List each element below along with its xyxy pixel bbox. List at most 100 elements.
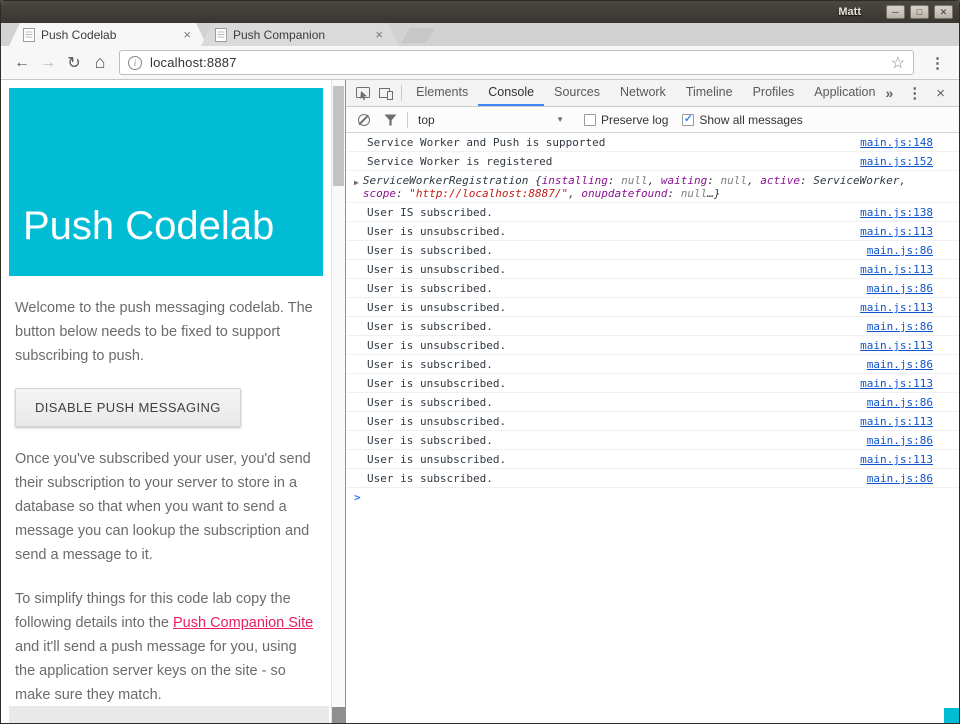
- titlebar: Matt ─ □ ✕: [1, 1, 959, 23]
- more-tabs-icon[interactable]: »: [885, 85, 893, 101]
- console-source-link[interactable]: main.js:86: [867, 320, 933, 333]
- console-message-text: Service Worker and Push is supported: [367, 136, 850, 149]
- console-message-text: User is unsubscribed.: [367, 263, 850, 276]
- devtools-tabs: ElementsConsoleSourcesNetworkTimelinePro…: [406, 80, 885, 106]
- devtools-tab-elements[interactable]: Elements: [406, 80, 478, 106]
- console-source-link[interactable]: main.js:113: [860, 377, 933, 390]
- console-source-link[interactable]: main.js:148: [860, 136, 933, 149]
- console-source-link[interactable]: main.js:86: [867, 244, 933, 257]
- disable-push-button[interactable]: DISABLE PUSH MESSAGING: [15, 388, 241, 427]
- devtools-tab-console[interactable]: Console: [478, 80, 544, 106]
- filter-icon[interactable]: [384, 114, 397, 126]
- console-message-text: User is unsubscribed.: [367, 301, 850, 314]
- browser-tab-push-companion[interactable]: Push Companion ×: [201, 23, 399, 46]
- context-value: top: [418, 113, 435, 127]
- console-message-text: User is unsubscribed.: [367, 377, 850, 390]
- console-message: ▶ ServiceWorkerRegistration {installing: …: [346, 171, 959, 203]
- back-icon[interactable]: ←: [9, 54, 35, 72]
- reload-icon[interactable]: ↻: [61, 53, 87, 73]
- devtools-close-icon[interactable]: ×: [936, 85, 945, 102]
- console-message: Service Worker and Push is supported main…: [346, 133, 959, 152]
- forward-icon[interactable]: →: [35, 54, 61, 72]
- bookmark-star-icon[interactable]: ☆: [891, 53, 905, 73]
- devtools-panel: ElementsConsoleSourcesNetworkTimelinePro…: [345, 80, 959, 723]
- console-source-link[interactable]: main.js:152: [860, 155, 933, 168]
- preserve-log-checkbox[interactable]: [584, 114, 596, 126]
- console-source-link[interactable]: main.js:113: [860, 301, 933, 314]
- console-source-link[interactable]: main.js:113: [860, 339, 933, 352]
- console-message-text: User is subscribed.: [367, 434, 857, 447]
- console-toolbar: top ▼ Preserve log ✓ Show all messages: [346, 107, 959, 133]
- toolbar-separator: [401, 85, 402, 101]
- new-tab-button[interactable]: [401, 28, 435, 43]
- object-preview: ServiceWorkerRegistration {installing: n…: [363, 174, 933, 200]
- console-source-link[interactable]: main.js:86: [867, 472, 933, 485]
- console-source-link[interactable]: main.js:138: [860, 206, 933, 219]
- console-message-text: User is subscribed.: [367, 282, 857, 295]
- console-prompt[interactable]: >: [346, 488, 959, 508]
- execution-context-select[interactable]: top ▼: [412, 113, 570, 127]
- devtools-tab-sources[interactable]: Sources: [544, 80, 610, 106]
- console-message: User is subscribed. main.js:86: [346, 469, 959, 488]
- devtools-tab-timeline[interactable]: Timeline: [676, 80, 743, 106]
- browser-menu-icon[interactable]: ⋮: [924, 54, 951, 72]
- console-message-text: User is subscribed.: [367, 472, 857, 485]
- devtools-menu-icon[interactable]: ⋮: [907, 84, 922, 102]
- show-all-messages-label: Show all messages: [699, 113, 802, 127]
- home-icon[interactable]: ⌂: [87, 52, 113, 73]
- browser-toolbar: ← → ↻ ⌂ i localhost:8887 ☆ ⋮: [1, 46, 959, 80]
- intro-paragraph: Welcome to the push messaging codelab. T…: [15, 296, 317, 368]
- console-source-link[interactable]: main.js:86: [867, 396, 933, 409]
- maximize-button[interactable]: □: [910, 5, 929, 19]
- page-scrollbar[interactable]: [331, 80, 345, 723]
- devtools-toolbar-right: » ⋮ ×: [885, 84, 953, 102]
- console-source-link[interactable]: main.js:113: [860, 415, 933, 428]
- console-messages: Service Worker and Push is supported main…: [346, 133, 959, 723]
- console-message-text: Service Worker is registered: [367, 155, 850, 168]
- console-message-text: User is unsubscribed.: [367, 339, 850, 352]
- console-source-link[interactable]: main.js:86: [867, 434, 933, 447]
- close-button[interactable]: ✕: [934, 5, 953, 19]
- show-all-messages-checkbox[interactable]: ✓: [682, 114, 694, 126]
- console-message-text: User is unsubscribed.: [367, 225, 850, 238]
- scrollbar-thumb[interactable]: [333, 86, 344, 186]
- textarea-top-edge: [9, 706, 329, 723]
- clear-console-icon[interactable]: [358, 114, 370, 126]
- console-message-text: User IS subscribed.: [367, 206, 850, 219]
- console-source-link[interactable]: main.js:86: [867, 358, 933, 371]
- address-bar[interactable]: i localhost:8887 ☆: [119, 50, 914, 75]
- device-toolbar-icon[interactable]: [375, 81, 398, 105]
- toolbar-separator: [407, 112, 408, 128]
- scrollbar-corner: [332, 707, 345, 723]
- tab-strip: Push Codelab × Push Companion ×: [1, 23, 959, 46]
- inspect-element-icon[interactable]: [352, 81, 375, 105]
- console-message-text: User is unsubscribed.: [367, 453, 850, 466]
- expand-arrow-icon[interactable]: ▶: [354, 176, 359, 189]
- console-message: User is unsubscribed. main.js:113: [346, 298, 959, 317]
- browser-tab-push-codelab[interactable]: Push Codelab ×: [9, 23, 207, 46]
- devtools-tab-network[interactable]: Network: [610, 80, 676, 106]
- devtools-tab-application[interactable]: Application: [804, 80, 885, 106]
- console-source-link[interactable]: main.js:113: [860, 263, 933, 276]
- console-message: User is unsubscribed. main.js:113: [346, 374, 959, 393]
- console-source-link[interactable]: main.js:113: [860, 453, 933, 466]
- tab-title: Push Companion: [233, 28, 367, 42]
- devtools-tab-profiles[interactable]: Profiles: [743, 80, 805, 106]
- console-message: User IS subscribed. main.js:138: [346, 203, 959, 222]
- console-message: User is unsubscribed.main.js:113: [346, 412, 959, 431]
- chevron-down-icon: ▼: [556, 115, 564, 124]
- minimize-button[interactable]: ─: [886, 5, 905, 19]
- tab-close-icon[interactable]: ×: [181, 28, 193, 41]
- url-text[interactable]: localhost:8887: [150, 55, 891, 70]
- push-companion-link[interactable]: Push Companion Site: [173, 615, 313, 631]
- page-info-icon[interactable]: i: [128, 56, 142, 70]
- console-message: User is subscribed. main.js:86: [346, 279, 959, 298]
- browser-window: Matt ─ □ ✕ Push Codelab × Push Companion…: [0, 0, 960, 724]
- console-source-link[interactable]: main.js:113: [860, 225, 933, 238]
- console-source-link[interactable]: main.js:86: [867, 282, 933, 295]
- subscription-paragraph: Once you've subscribed your user, you'd …: [15, 447, 317, 567]
- page-viewport: Push Codelab Welcome to the push messagi…: [1, 80, 331, 723]
- console-message: User is unsubscribed. main.js:113: [346, 260, 959, 279]
- tab-close-icon[interactable]: ×: [373, 28, 385, 41]
- preserve-log-group: Preserve log: [584, 113, 668, 127]
